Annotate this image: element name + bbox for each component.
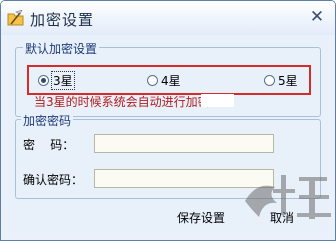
dialog-window: 加密设置 ✕ 默认加密设置 3星 4星 5星 当3星的时候系统会自动进行加密 加…: [0, 0, 336, 241]
window-title: 加密设置: [30, 11, 95, 29]
radio-5-star-label[interactable]: 5星: [278, 72, 298, 89]
confirm-password-field[interactable]: [94, 169, 274, 188]
close-button[interactable]: ✕: [305, 6, 329, 28]
radio-5-star-indicator[interactable]: [264, 74, 275, 86]
password-label: 密 码：: [23, 138, 75, 152]
notice-blank-box: [201, 94, 234, 107]
encryption-notice: 当3星的时候系统会自动进行加密: [34, 95, 210, 109]
radio-5-star[interactable]: 5星: [264, 72, 298, 88]
title-bar[interactable]: 加密设置 ✕: [1, 1, 335, 35]
star-level-options: 3星 4星 5星: [27, 65, 311, 95]
folder-pen-icon: [7, 10, 24, 26]
radio-3-star-indicator[interactable]: [38, 74, 49, 86]
radio-4-star-label[interactable]: 4星: [161, 72, 181, 89]
default-settings-legend: 默认加密设置: [23, 40, 100, 57]
radio-3-star[interactable]: 3星: [38, 70, 75, 90]
password-legend: 加密密码: [21, 112, 74, 129]
password-field[interactable]: [94, 134, 274, 153]
radio-3-star-label[interactable]: 3星: [51, 70, 75, 90]
confirm-password-label: 确认密码：: [23, 173, 84, 187]
close-icon: ✕: [309, 7, 325, 27]
radio-4-star[interactable]: 4星: [147, 72, 181, 88]
save-settings-button[interactable]: 保存设置: [167, 208, 235, 229]
radio-4-star-indicator[interactable]: [147, 74, 158, 86]
cancel-button[interactable]: 取消: [259, 208, 305, 229]
